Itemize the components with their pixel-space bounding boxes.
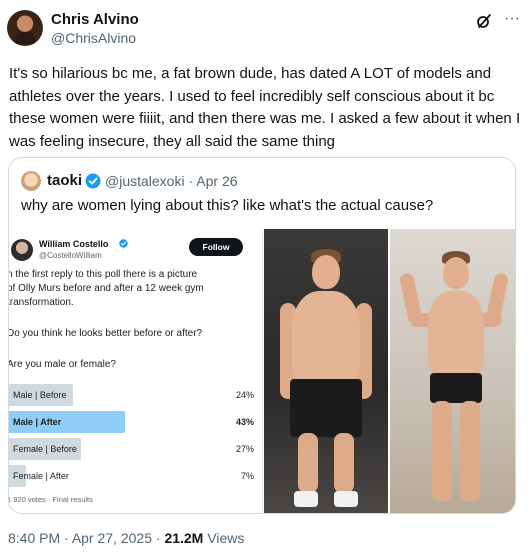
poll-option-label: Female | Before bbox=[13, 444, 77, 454]
verified-icon bbox=[85, 173, 101, 189]
poll-footer: 1 920 votes · Final results bbox=[9, 495, 93, 504]
poll-question: Do you think he looks better before or a… bbox=[9, 328, 203, 339]
author-avatar[interactable] bbox=[7, 10, 43, 46]
quoted-meta: @justalexoki · Apr 26 bbox=[105, 173, 238, 189]
tweet-date[interactable]: Apr 27, 2025 bbox=[72, 530, 152, 546]
quoted-name[interactable]: taoki bbox=[47, 172, 82, 189]
quoted-handle[interactable]: @justalexoki bbox=[105, 173, 185, 189]
poll-text-line: transformation. bbox=[9, 297, 74, 308]
poll-screenshot[interactable]: William Costello @CostelloWilliam Follow… bbox=[9, 229, 263, 513]
author-handle[interactable]: @ChrisAlvino bbox=[51, 30, 136, 46]
poll-author-handle: @CostelloWilliam bbox=[39, 251, 102, 260]
poll-text-line: n the first reply to this poll there is … bbox=[9, 269, 198, 280]
quoted-media[interactable]: William Costello @CostelloWilliam Follow… bbox=[9, 229, 515, 513]
poll-author-avatar bbox=[11, 239, 33, 261]
poll-verified-icon bbox=[119, 239, 128, 248]
meta-separator: · bbox=[60, 530, 72, 546]
poll-option-label: Male | After bbox=[13, 417, 62, 427]
poll-option-label: Male | Before bbox=[13, 390, 67, 400]
views-count: 21.2M bbox=[164, 530, 204, 546]
tweet-metadata: 8:40 PM · Apr 27, 2025 · 21.2M Views bbox=[8, 530, 244, 546]
tweet-time[interactable]: 8:40 PM bbox=[8, 530, 60, 546]
grok-icon[interactable] bbox=[476, 13, 492, 29]
poll-text-line: of Olly Murs before and after a 12 week … bbox=[9, 283, 204, 294]
quoted-text: why are women lying about this? like wha… bbox=[21, 197, 434, 214]
quoted-separator: · bbox=[188, 173, 194, 189]
poll-author-name: William Costello bbox=[39, 239, 109, 249]
before-photo[interactable] bbox=[264, 229, 388, 513]
quoted-date[interactable]: Apr 26 bbox=[196, 173, 237, 189]
after-photo[interactable] bbox=[390, 229, 515, 513]
poll-option-label: Female | After bbox=[13, 471, 69, 481]
more-icon[interactable]: ··· bbox=[500, 9, 524, 29]
quoted-avatar[interactable] bbox=[21, 171, 41, 191]
meta-separator: · bbox=[151, 530, 165, 546]
quoted-tweet[interactable]: taoki @justalexoki · Apr 26 why are wome… bbox=[8, 157, 516, 514]
views-label: Views bbox=[203, 530, 245, 546]
poll-option-percent: 7% bbox=[240, 471, 254, 481]
poll-option-percent: 43% bbox=[235, 417, 254, 427]
poll-option-percent: 27% bbox=[235, 444, 254, 454]
author-name[interactable]: Chris Alvino bbox=[51, 11, 139, 28]
poll-option-percent: 24% bbox=[235, 390, 254, 400]
poll-question: Are you male or female? bbox=[9, 359, 116, 370]
poll-follow-button: Follow bbox=[189, 238, 243, 256]
tweet-text: It's so hilarious bc me, a fat brown dud… bbox=[9, 65, 521, 150]
